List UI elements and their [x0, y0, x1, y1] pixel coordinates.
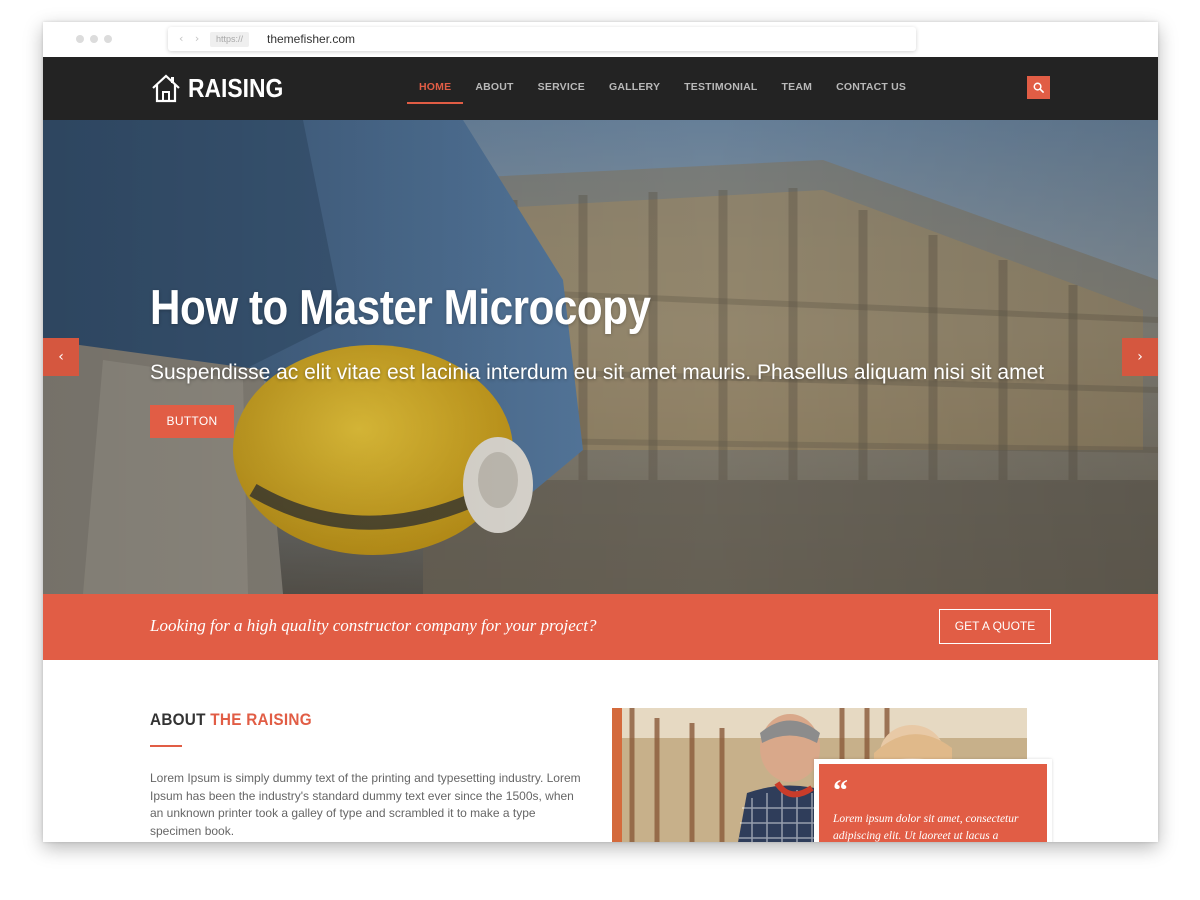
hero-slider: How to Master Microcopy Suspendisse ac e… [43, 120, 1158, 594]
about-heading-accent: THE RAISING [210, 710, 312, 729]
address-bar[interactable]: ‹ › https:// themefisher.com [168, 27, 916, 51]
nav-item-about[interactable]: ABOUT [463, 57, 525, 120]
browser-chrome: ‹ › https:// themefisher.com [43, 22, 1158, 57]
nav-item-home[interactable]: HOME [407, 57, 464, 120]
browser-window: ‹ › https:// themefisher.com RAISING HOM… [43, 22, 1158, 842]
chevron-right-icon: › [1137, 349, 1143, 365]
back-forward-icon[interactable]: ‹ › [179, 32, 203, 45]
address-protocol: https:// [210, 32, 250, 47]
cta-text: Looking for a high quality constructor c… [150, 616, 597, 635]
nav-item-testimonial[interactable]: TESTIMONIAL [672, 57, 769, 120]
house-icon [152, 74, 180, 103]
quote-icon: “ [833, 774, 848, 807]
nav-item-team[interactable]: TEAM [770, 57, 825, 120]
quote-card-inner: “ Lorem ipsum dolor sit amet, consectetu… [819, 764, 1047, 842]
site-navbar: RAISING HOME ABOUT SERVICE GALLERY TESTI… [43, 57, 1158, 120]
about-divider [150, 745, 182, 747]
chevron-left-icon: ‹ [58, 349, 64, 365]
slider-prev-button[interactable]: ‹ [43, 338, 79, 376]
hero-button[interactable]: BUTTON [150, 405, 234, 438]
window-minimize-dot[interactable] [90, 35, 98, 43]
testimonial-quote-card: “ Lorem ipsum dolor sit amet, consectetu… [814, 759, 1052, 842]
hero-title: How to Master Microcopy [150, 281, 651, 335]
site-logo[interactable]: RAISING [150, 72, 296, 104]
nav-item-service[interactable]: SERVICE [526, 57, 597, 120]
cta-band: Looking for a high quality constructor c… [43, 594, 1158, 660]
slider-next-button[interactable]: › [1122, 338, 1158, 376]
address-url[interactable]: themefisher.com [267, 31, 355, 47]
about-section: ABOUT THE RAISING Lorem Ipsum is simply … [43, 660, 1158, 842]
search-button[interactable] [1027, 76, 1050, 99]
about-heading: ABOUT THE RAISING [150, 710, 312, 730]
hero-overlay [43, 120, 1158, 594]
window-close-dot[interactable] [76, 35, 84, 43]
nav-item-gallery[interactable]: GALLERY [597, 57, 672, 120]
about-heading-prefix: ABOUT [150, 710, 206, 729]
window-maximize-dot[interactable] [104, 35, 112, 43]
window-controls [76, 35, 112, 43]
nav-item-contact-us[interactable]: CONTACT US [824, 57, 918, 120]
logo-text: RAISING [188, 72, 284, 103]
hero-subtitle: Suspendisse ac elit vitae est lacinia in… [150, 361, 1045, 384]
about-body-text: Lorem Ipsum is simply dummy text of the … [150, 771, 581, 838]
get-a-quote-button[interactable]: GET A QUOTE [939, 609, 1051, 644]
search-icon [1033, 82, 1044, 93]
main-nav: HOME ABOUT SERVICE GALLERY TESTIMONIAL T… [407, 57, 918, 120]
quote-text: Lorem ipsum dolor sit amet, consectetur … [833, 813, 1019, 842]
